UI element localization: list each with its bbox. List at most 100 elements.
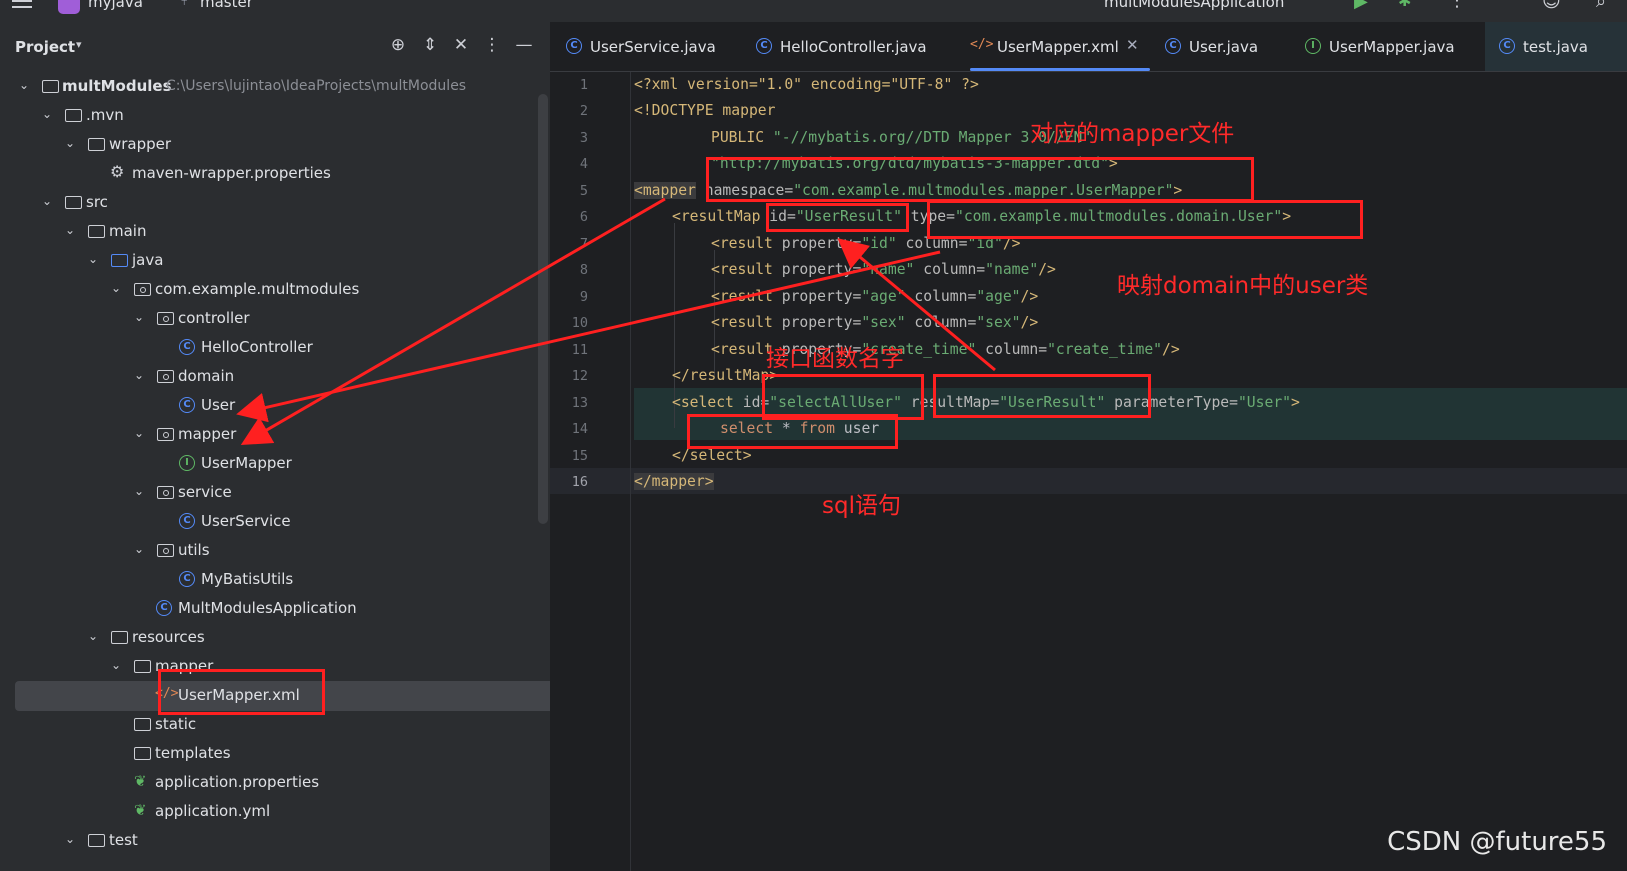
chevron-down-icon[interactable]: ⌄ xyxy=(132,426,146,440)
line-number[interactable]: 8 xyxy=(550,262,588,278)
chevron-down-icon[interactable]: ⌄ xyxy=(132,368,146,382)
chevron-down-icon[interactable]: ⌄ xyxy=(63,136,77,150)
code-line-9: <result property="age" column="age"/> xyxy=(711,284,1038,310)
line-number[interactable]: 16 xyxy=(550,474,588,490)
tab-usermapper-xml[interactable]: </> UserMapper.xml ✕ xyxy=(970,22,1150,71)
folder-icon xyxy=(134,747,151,760)
tree-node-test[interactable]: ⌄ test xyxy=(15,826,555,856)
more-icon[interactable]: ⋮ xyxy=(1448,0,1466,11)
chevron-down-icon[interactable]: ⌄ xyxy=(132,310,146,324)
attr-value: "create_time" xyxy=(1047,341,1163,358)
chevron-down-icon[interactable]: ⌄ xyxy=(109,281,123,295)
tree-node-user[interactable]: C User xyxy=(15,391,555,421)
line-number[interactable]: 11 xyxy=(550,342,588,358)
tree-node-service[interactable]: ⌄ service xyxy=(15,478,555,508)
line-number[interactable]: 5 xyxy=(550,183,588,199)
tree-node-multmodules[interactable]: ⌄ multModules C:\Users\lujintao\IdeaProj… xyxy=(15,72,555,102)
hide-panel-icon[interactable]: — xyxy=(514,35,534,55)
chevron-down-icon[interactable]: ⌄ xyxy=(132,542,146,556)
chevron-down-icon[interactable]: ⌄ xyxy=(86,629,100,643)
tab-userservice-java[interactable]: C UserService.java xyxy=(566,22,746,71)
project-panel-title[interactable]: Project xyxy=(15,38,75,56)
line-number[interactable]: 13 xyxy=(550,395,588,411)
project-badge-icon[interactable] xyxy=(58,0,80,14)
tree-node-label: mapper xyxy=(178,425,237,443)
collapse-all-icon[interactable]: ✕ xyxy=(451,35,471,55)
tree-node-package[interactable]: ⌄ com.example.multmodules xyxy=(15,275,555,305)
tree-node-application-properties[interactable]: ❦ application.properties xyxy=(15,768,555,798)
hamburger-menu-icon[interactable] xyxy=(12,0,32,8)
annotation-box-type xyxy=(927,200,1363,239)
tree-node-main[interactable]: ⌄ main xyxy=(15,217,555,247)
line-number[interactable]: 14 xyxy=(550,421,588,437)
line-number[interactable]: 9 xyxy=(550,289,588,305)
line-number[interactable]: 1 xyxy=(550,77,588,93)
tree-node-mvn[interactable]: ⌄ .mvn xyxy=(15,101,555,131)
editor-tabs: C UserService.java C HelloController.jav… xyxy=(550,22,1627,72)
xml-declaration: <?xml version="1.0" encoding="UTF-8" ?> xyxy=(634,76,979,93)
annotation-box-resultmap-id xyxy=(766,203,909,232)
tree-node-wrapper[interactable]: ⌄ wrapper xyxy=(15,130,555,160)
tab-user-java[interactable]: C User.java xyxy=(1165,22,1285,71)
tree-node-utils[interactable]: ⌄ utils xyxy=(15,536,555,566)
tree-node-mapper-package[interactable]: ⌄ mapper xyxy=(15,420,555,450)
tree-node-mybatisutils[interactable]: C MyBatisUtils xyxy=(15,565,555,595)
chevron-down-icon[interactable]: ⌄ xyxy=(17,78,31,92)
tab-usermapper-java[interactable]: I UserMapper.java xyxy=(1305,22,1475,71)
tree-node-application-class[interactable]: C MultModulesApplication xyxy=(15,594,555,624)
chevron-down-icon[interactable]: ⌄ xyxy=(109,658,123,672)
attr-value: "age" xyxy=(976,288,1021,305)
chevron-down-icon[interactable]: ⌄ xyxy=(132,484,146,498)
tree-scrollbar[interactable] xyxy=(538,94,548,524)
line-number[interactable]: 6 xyxy=(550,209,588,225)
locate-file-icon[interactable]: ⊕ xyxy=(388,35,408,55)
tag-end: /> xyxy=(1020,314,1039,331)
line-number[interactable]: 10 xyxy=(550,315,588,331)
project-name[interactable]: myjava xyxy=(88,0,143,11)
chevron-down-icon[interactable]: ⌄ xyxy=(40,107,54,121)
tree-node-label: UserMapper xyxy=(201,454,292,472)
tree-node-userservice[interactable]: C UserService xyxy=(15,507,555,537)
line-number[interactable]: 12 xyxy=(550,368,588,384)
expand-all-icon[interactable]: ⇕ xyxy=(420,35,440,55)
select-tag: <select xyxy=(672,394,734,411)
chevron-down-icon[interactable]: ⌄ xyxy=(63,223,77,237)
chevron-down-icon[interactable]: ▾ xyxy=(76,38,82,51)
tab-label: test.java xyxy=(1523,38,1589,56)
tree-node-maven-wrapper-properties[interactable]: ⚙ maven-wrapper.properties xyxy=(15,159,555,189)
tree-node-usermapper[interactable]: I UserMapper xyxy=(15,449,555,479)
line-number[interactable]: 3 xyxy=(550,130,588,146)
attr-value: "sex" xyxy=(976,314,1021,331)
run-icon[interactable]: ▶ xyxy=(1354,0,1368,12)
annotation-mapper-file: 对应的mapper文件 xyxy=(1030,121,1235,147)
line-number[interactable]: 2 xyxy=(550,103,588,119)
options-icon[interactable]: ⋮ xyxy=(482,35,502,55)
tab-hellocontroller-java[interactable]: C HelloController.java xyxy=(756,22,951,71)
attr-name: property= xyxy=(772,314,862,331)
branch-name[interactable]: master xyxy=(200,0,253,11)
tree-node-java[interactable]: ⌄ java xyxy=(15,246,555,276)
add-user-icon[interactable]: ☺ xyxy=(1542,0,1561,12)
tree-node-src[interactable]: ⌄ src xyxy=(15,188,555,218)
tree-node-templates[interactable]: templates xyxy=(15,739,555,769)
chevron-down-icon[interactable]: ⌄ xyxy=(40,194,54,208)
tree-node-domain[interactable]: ⌄ domain xyxy=(15,362,555,392)
tree-node-application-yml[interactable]: ❦ application.yml xyxy=(15,797,555,827)
code-line-16: </mapper> xyxy=(634,469,714,495)
search-icon[interactable]: ⌕ xyxy=(1596,0,1606,12)
tree-node-resources[interactable]: ⌄ resources xyxy=(15,623,555,653)
run-configuration[interactable]: multModulesApplication xyxy=(1104,0,1284,11)
doctype-public: PUBLIC xyxy=(711,129,773,146)
line-number[interactable]: 15 xyxy=(550,448,588,464)
tree-node-label: com.example.multmodules xyxy=(155,280,360,298)
chevron-down-icon[interactable]: ⌄ xyxy=(63,832,77,846)
tree-node-controller[interactable]: ⌄ controller xyxy=(15,304,555,334)
tab-test-java[interactable]: C test.java xyxy=(1485,22,1627,71)
close-icon[interactable]: ✕ xyxy=(1126,36,1139,54)
chevron-down-icon[interactable]: ⌄ xyxy=(86,252,100,266)
result-tag: <result xyxy=(711,235,773,252)
tree-node-hellocontroller[interactable]: C HelloController xyxy=(15,333,555,363)
line-number[interactable]: 4 xyxy=(550,156,588,172)
debug-icon[interactable]: ✱ xyxy=(1398,0,1411,10)
line-number[interactable]: 7 xyxy=(550,236,588,252)
